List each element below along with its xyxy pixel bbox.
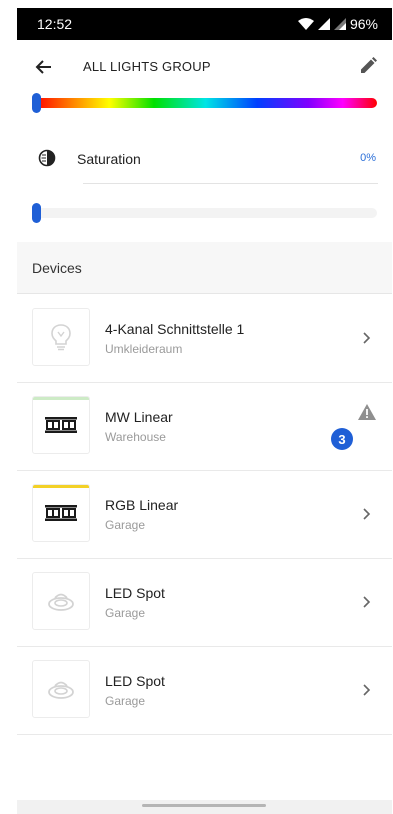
device-thumbnail	[32, 308, 90, 366]
chevron-right-icon[interactable]	[362, 683, 372, 697]
battery-level: 96%	[349, 16, 378, 32]
home-indicator[interactable]	[142, 804, 266, 807]
devices-title: Devices	[32, 260, 82, 276]
device-thumbnail	[32, 660, 90, 718]
status-bar: 12:52 96%	[17, 8, 392, 40]
saturation-value: 0%	[360, 152, 376, 164]
hue-slider-thumb[interactable]	[32, 93, 41, 113]
device-thumbnail	[32, 484, 90, 542]
device-room: Garage	[105, 694, 146, 708]
chevron-right-icon[interactable]	[362, 595, 372, 609]
device-status-bar	[33, 485, 89, 488]
device-room: Garage	[105, 518, 146, 532]
back-arrow-icon[interactable]	[33, 57, 53, 77]
device-room: Umkleideraum	[105, 342, 183, 356]
saturation-slider-thumb[interactable]	[32, 203, 41, 223]
linear-fixture-icon	[45, 505, 77, 521]
signal-icon	[317, 18, 330, 30]
spot-icon	[48, 593, 74, 611]
signal-secondary-icon	[333, 18, 346, 30]
spot-icon	[48, 681, 74, 699]
chevron-right-icon[interactable]	[362, 331, 372, 345]
device-room: Garage	[105, 606, 146, 620]
app-bar: ALL LIGHTS GROUP	[17, 40, 392, 94]
device-name: LED Spot	[105, 585, 165, 601]
device-room: Warehouse	[105, 430, 166, 444]
device-name: LED Spot	[105, 673, 165, 689]
device-status-bar	[33, 397, 89, 400]
device-row[interactable]: RGB Linear Garage	[17, 471, 392, 559]
device-thumbnail	[32, 572, 90, 630]
warning-icon[interactable]	[357, 403, 377, 421]
hue-slider-track[interactable]	[34, 98, 377, 108]
device-row[interactable]: LED Spot Garage	[17, 647, 392, 735]
device-name: RGB Linear	[105, 497, 179, 513]
saturation-slider-track[interactable]	[34, 208, 377, 218]
device-name: MW Linear	[105, 409, 173, 425]
bulb-icon	[51, 324, 71, 351]
device-row[interactable]: 4-Kanal Schnittstelle 1 Umkleideraum	[17, 295, 392, 383]
device-row[interactable]: MW Linear Warehouse 3	[17, 383, 392, 471]
notification-count-badge: 3	[331, 428, 353, 450]
device-row[interactable]: LED Spot Garage	[17, 559, 392, 647]
wifi-icon	[297, 18, 314, 30]
page-title: ALL LIGHTS GROUP	[83, 59, 211, 74]
chevron-right-icon[interactable]	[362, 507, 372, 521]
edit-pencil-icon[interactable]	[358, 56, 378, 76]
devices-section-header: Devices	[17, 242, 392, 294]
device-thumbnail	[32, 396, 90, 454]
divider	[83, 183, 378, 184]
device-name: 4-Kanal Schnittstelle 1	[105, 321, 245, 337]
saturation-icon	[38, 149, 56, 167]
system-navigation-bar	[17, 800, 392, 814]
linear-fixture-icon	[45, 417, 77, 433]
app-screen: 12:52 96% ALL LIGHTS GROUP Saturation 0%…	[17, 8, 392, 814]
status-time: 12:52	[37, 16, 73, 32]
saturation-label: Saturation	[77, 151, 141, 167]
